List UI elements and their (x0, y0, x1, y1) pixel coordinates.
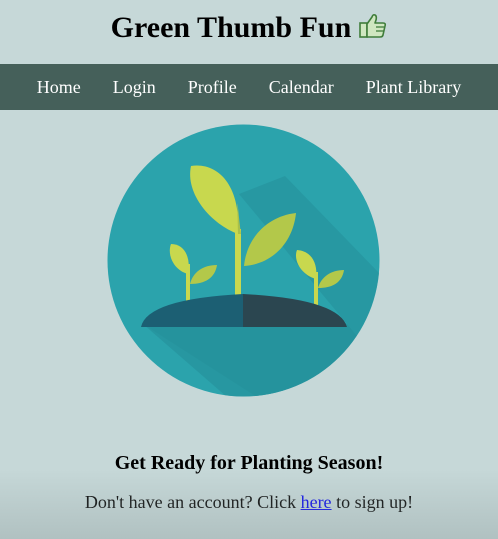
hero-illustration (107, 124, 380, 397)
signup-prompt: Don't have an account? Click here to sig… (0, 492, 498, 513)
site-title-text: Green Thumb Fun (110, 11, 352, 44)
nav-home[interactable]: Home (21, 64, 97, 110)
signup-suffix: to sign up! (331, 492, 414, 512)
main-nav: Home Login Profile Calendar Plant Librar… (0, 64, 498, 110)
nav-profile[interactable]: Profile (172, 64, 253, 110)
thumbs-up-icon (359, 13, 387, 39)
signup-prefix: Don't have an account? Click (84, 492, 301, 512)
tagline: Get Ready for Planting Season! (114, 452, 384, 474)
site-title: Green Thumb Fun (111, 13, 388, 43)
nav-plant-library[interactable]: Plant Library (350, 64, 477, 110)
nav-calendar[interactable]: Calendar (253, 64, 350, 110)
site-header: Green Thumb Fun (0, 0, 498, 64)
nav-login[interactable]: Login (97, 64, 172, 110)
signup-link[interactable]: here (301, 492, 332, 512)
